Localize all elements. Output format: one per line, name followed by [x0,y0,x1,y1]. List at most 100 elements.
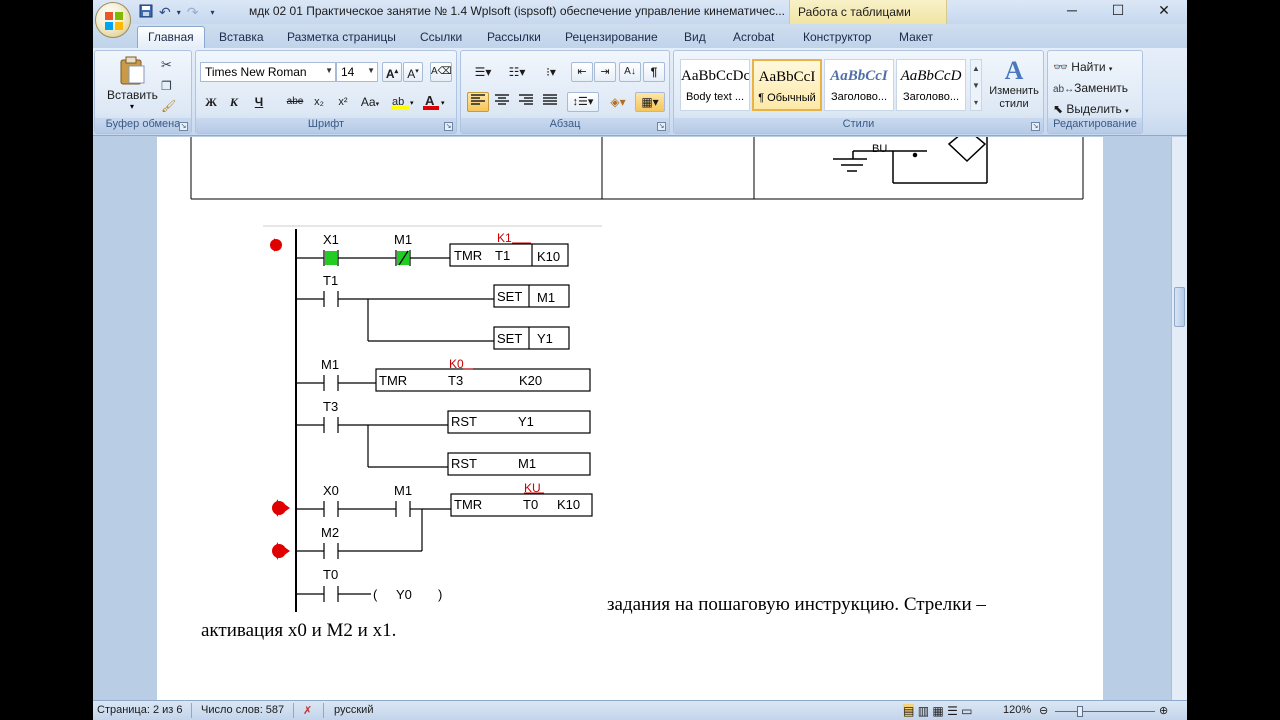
show-marks-button[interactable]: ¶ [643,62,665,82]
zoom-level[interactable]: 120% [1003,704,1031,716]
tab-mailings[interactable]: Рассылки [487,30,541,44]
vertical-scrollbar[interactable] [1171,137,1187,700]
paragraph-launcher-icon[interactable]: ↘ [657,122,666,131]
coil-close: ) [438,587,442,602]
minimize-button[interactable]: ─ [1049,0,1095,22]
contact-label-t0: T0 [323,567,338,582]
contact-label-m1: M1 [394,232,412,247]
save-icon[interactable] [139,4,153,21]
tab-acrobat[interactable]: Acrobat [733,30,774,44]
select-button[interactable]: ⬉ Выделить ▾ [1052,99,1140,119]
styles-scroll-icon[interactable]: ▲ ▼ ▾ [970,59,982,111]
ribbon: Вставить ▾ ✂ ❐ 🖌 Буфер обмена ↘ Times Ne… [93,48,1187,136]
web-layout-icon[interactable]: ▦ [932,704,943,718]
font-size-combo[interactable]: 14 ▼ [336,62,378,82]
italic-button[interactable]: К [223,92,245,112]
underline-button[interactable]: Ч [248,92,270,112]
format-painter-icon[interactable]: 🖌 [161,99,176,113]
zoom-slider-thumb[interactable] [1077,706,1083,717]
office-logo-icon [105,12,123,30]
style-heading-2[interactable]: AaBbCcD Заголово... [896,59,966,111]
change-case-button[interactable]: Aa▾ [356,92,384,112]
scroll-thumb[interactable] [1174,287,1185,327]
rung-5 [296,493,593,559]
clipboard-launcher-icon[interactable]: ↘ [179,122,188,131]
change-styles-button[interactable]: A Изменить стили [986,57,1042,111]
shading-icon[interactable]: ◈▾ [603,92,633,112]
styles-group-label: Стили [674,118,1043,133]
borders-icon[interactable]: ▦▾ [635,92,665,112]
print-layout-icon[interactable]: ▤ [903,704,915,718]
document-page[interactable]: BU X1 M1 TMR T1 K10 K1 T1 SET M1 SET Y1 … [157,128,1103,700]
font-launcher-icon[interactable]: ↘ [444,122,453,131]
copy-icon[interactable]: ❐ [161,79,172,93]
replace-button[interactable]: ab↔Заменить [1052,78,1140,98]
superscript-button[interactable]: x² [332,92,354,112]
tab-insert[interactable]: Вставка [219,30,264,44]
contact-label-m2: M2 [321,525,339,540]
shrink-font-button[interactable]: A▾ [403,62,423,82]
undo-dropdown-icon[interactable]: ▾ [177,8,181,17]
zoom-out-icon[interactable]: ⊖ [1039,704,1048,717]
numbering-icon[interactable]: ☷▾ [501,62,533,82]
maximize-button[interactable]: ☐ [1095,0,1141,22]
style-body-text[interactable]: AaBbCcDc Body text ... [680,59,750,111]
subscript-button[interactable]: x₂ [308,92,330,112]
find-button[interactable]: 👓 Найти ▾ [1052,57,1140,77]
align-right-icon[interactable] [515,92,537,112]
zoom-in-icon[interactable]: ⊕ [1159,704,1168,717]
draft-icon[interactable]: ▭ [961,704,972,718]
tab-review[interactable]: Рецензирование [565,30,658,44]
spellcheck-icon[interactable]: ✗ [303,704,312,717]
full-screen-reading-icon[interactable]: ▥ [918,704,929,718]
document-area: BU X1 M1 TMR T1 K10 K1 T1 SET M1 SET Y1 … [93,128,1187,700]
operand-m1-b: M1 [518,456,536,471]
tab-home[interactable]: Главная [137,26,205,48]
office-button[interactable] [95,2,131,38]
value-k20: K20 [519,373,542,388]
font-color-button[interactable]: A ▾ [420,92,450,112]
align-left-icon[interactable] [467,92,489,112]
rung-4 [296,410,591,476]
justify-icon[interactable] [539,92,561,112]
style-heading-1[interactable]: AaBbCcI Заголово... [824,59,894,111]
zoom-slider[interactable] [1055,711,1155,712]
increase-indent-icon[interactable]: ⇥ [594,62,616,82]
tab-design[interactable]: Конструктор [803,30,871,44]
view-buttons[interactable]: ▤ ▥ ▦ ☰ ▭ [903,704,973,718]
paste-button[interactable]: Вставить ▾ [107,55,158,111]
decrease-indent-icon[interactable]: ⇤ [571,62,593,82]
tab-page-layout[interactable]: Разметка страницы [287,30,396,44]
status-page[interactable]: Страница: 2 из 6 [97,704,183,716]
close-button[interactable]: ✕ [1141,0,1187,22]
customize-qat-icon[interactable]: ▾ [210,8,214,17]
bold-button[interactable]: Ж [200,92,222,112]
align-center-icon[interactable] [491,92,513,112]
line-spacing-icon[interactable]: ↕☰▾ [567,92,599,112]
highlight-button[interactable]: ab ▾ [388,92,418,112]
undo-icon[interactable]: ↶ [159,4,171,21]
bullets-icon[interactable]: ☰▾ [467,62,499,82]
instr-rst-2: RST [451,456,477,471]
multilevel-list-icon[interactable]: ⁝▾ [535,62,567,82]
redo-icon[interactable]: ↷ [187,4,199,21]
instr-tmr-3: TMR [454,497,482,512]
status-word-count[interactable]: Число слов: 587 [201,704,284,716]
font-name-combo[interactable]: Times New Roman ▼ [200,62,336,82]
status-language[interactable]: русский [334,704,373,716]
tab-layout[interactable]: Макет [899,30,933,44]
paste-label: Вставить [107,88,158,102]
outline-icon[interactable]: ☰ [947,704,958,718]
instr-set-2: SET [497,331,522,346]
binoculars-icon: 👓 [1053,60,1068,74]
sort-icon[interactable]: A↓ [619,62,641,82]
grow-font-button[interactable]: A▴ [382,62,402,82]
clear-formatting-icon[interactable]: A⌫ [430,62,452,82]
tab-view[interactable]: Вид [684,30,706,44]
styles-launcher-icon[interactable]: ↘ [1031,122,1040,131]
chevron-down-icon: ▼ [367,66,375,75]
strikethrough-button[interactable]: abe [284,92,306,112]
tab-references[interactable]: Ссылки [420,30,462,44]
style-normal[interactable]: AaBbCcI ¶ Обычный [752,59,822,111]
cut-icon[interactable]: ✂ [161,57,172,73]
